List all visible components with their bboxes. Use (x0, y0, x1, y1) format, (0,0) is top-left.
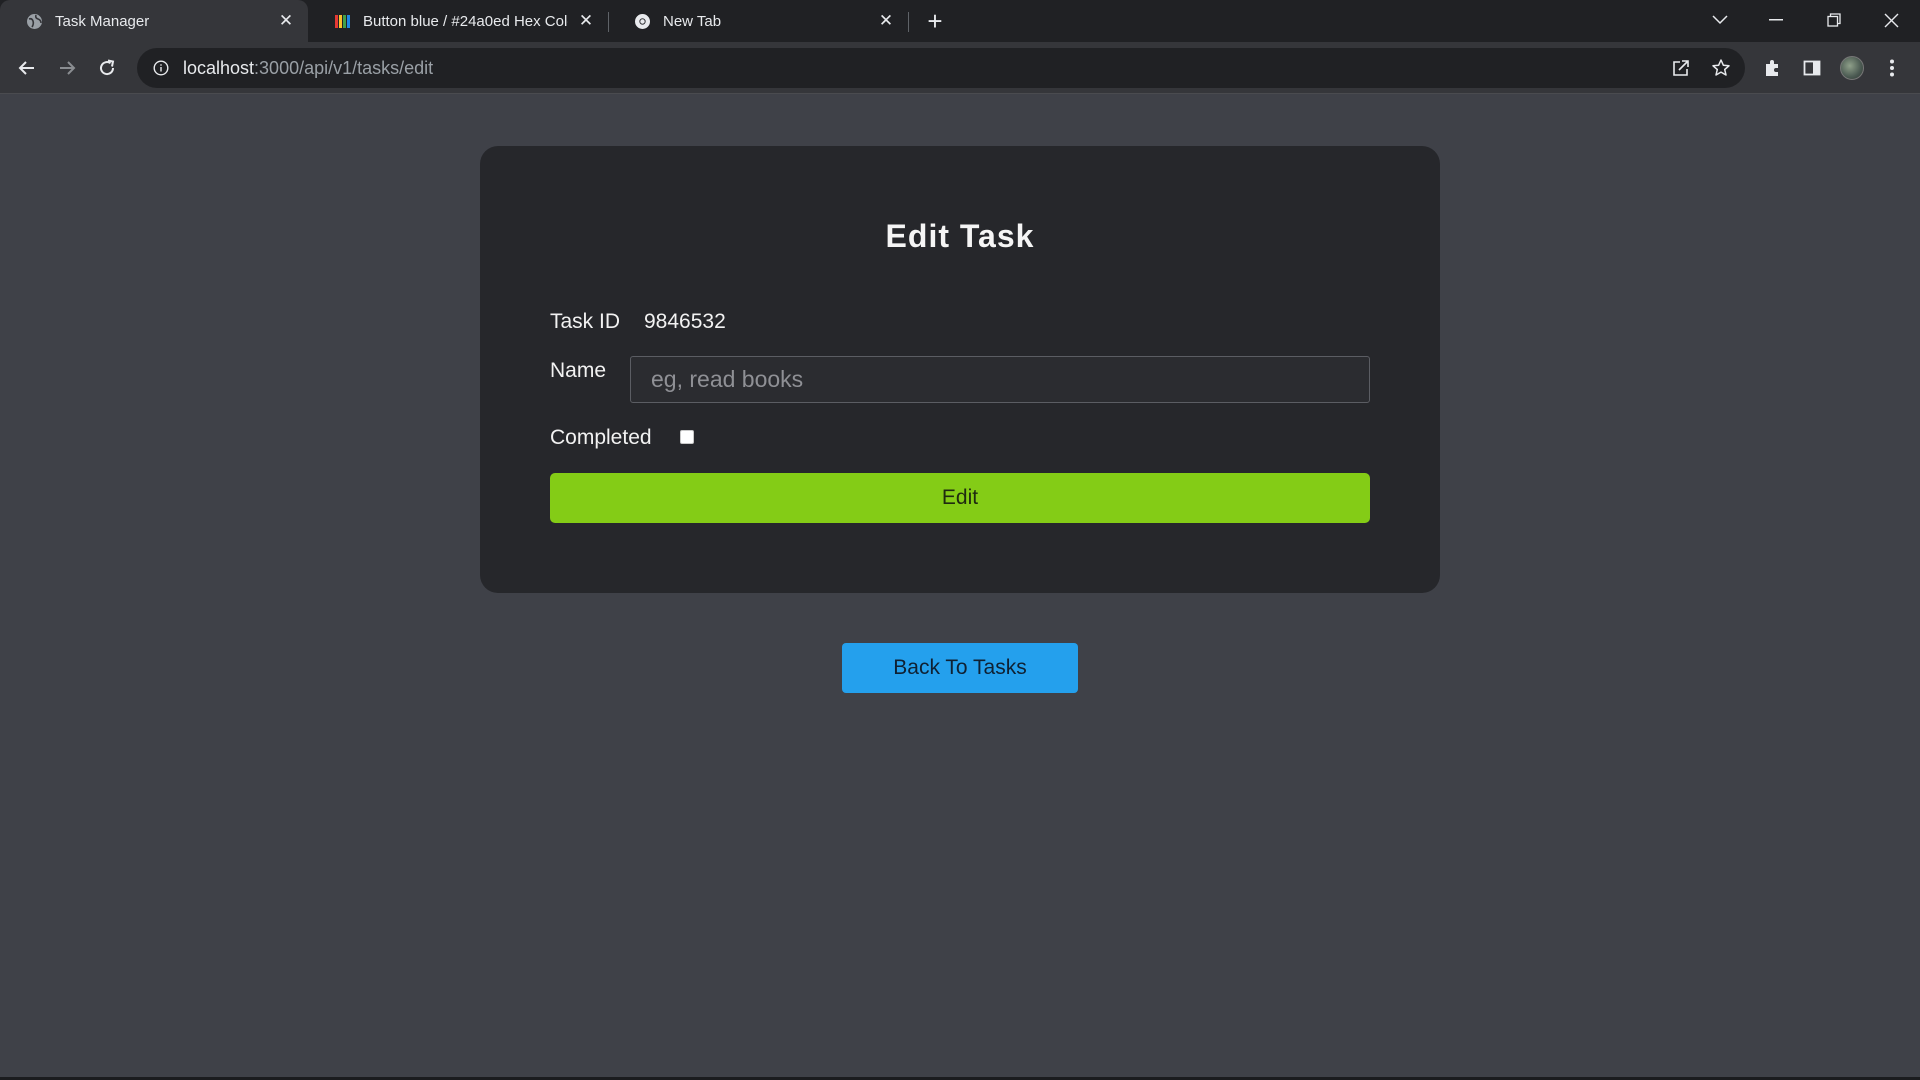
tab-separator (908, 12, 909, 32)
browser-toolbar: localhost:3000/api/v1/tasks/edit (0, 42, 1920, 94)
tab-title: New Tab (663, 12, 722, 30)
tab-task-manager[interactable]: Task Manager ✕ (0, 0, 308, 42)
profile-avatar[interactable] (1836, 52, 1868, 84)
menu-kebab-icon[interactable] (1876, 52, 1908, 84)
tab-strip: Task Manager ✕ Button blue / #24a0ed Hex… (0, 0, 1920, 42)
name-label: Name (550, 359, 607, 382)
forward-arrow-icon[interactable] (51, 52, 83, 84)
chrome-icon (634, 13, 651, 30)
task-id-value: 9846532 (644, 310, 726, 333)
avatar (1840, 56, 1864, 80)
reload-icon[interactable] (91, 52, 123, 84)
url-path: :3000/api/v1/tasks/edit (254, 57, 434, 78)
globe-icon (26, 13, 43, 30)
share-icon[interactable] (1669, 56, 1693, 80)
url-text: localhost:3000/api/v1/tasks/edit (183, 58, 433, 79)
site-info-icon[interactable] (151, 58, 171, 78)
name-input[interactable] (630, 356, 1370, 403)
back-to-tasks-button[interactable]: Back To Tasks (842, 643, 1078, 693)
back-arrow-icon[interactable] (11, 52, 43, 84)
tab-title: Task Manager (55, 12, 150, 30)
edit-task-card: Edit Task Task ID 9846532 Name Completed… (480, 146, 1440, 593)
task-id-label: Task ID (550, 310, 621, 333)
minimize-icon[interactable] (1748, 0, 1804, 40)
color-bars-icon (334, 13, 351, 30)
close-tab-icon[interactable]: ✕ (276, 11, 296, 31)
completed-checkbox[interactable] (680, 430, 694, 444)
tab-title: Button blue / #24a0ed Hex Colo (363, 12, 568, 30)
close-tab-icon[interactable]: ✕ (876, 11, 896, 31)
tab-button-blue[interactable]: Button blue / #24a0ed Hex Colo ✕ (308, 0, 608, 42)
close-tab-icon[interactable]: ✕ (576, 11, 596, 31)
close-window-icon[interactable] (1863, 0, 1919, 40)
completed-label: Completed (550, 426, 652, 449)
restore-icon[interactable] (1806, 0, 1862, 40)
side-panel-icon[interactable] (1796, 52, 1828, 84)
extensions-puzzle-icon[interactable] (1756, 52, 1788, 84)
tab-search-chevron-icon[interactable] (1692, 0, 1748, 40)
page-title: Edit Task (885, 218, 1035, 254)
address-bar[interactable]: localhost:3000/api/v1/tasks/edit (137, 48, 1745, 88)
bookmark-star-icon[interactable] (1709, 56, 1733, 80)
new-tab-plus-icon[interactable]: + (918, 6, 952, 36)
tab-new-tab[interactable]: New Tab ✕ (608, 0, 908, 42)
edit-button[interactable]: Edit (550, 473, 1370, 523)
url-host: localhost (183, 57, 255, 78)
